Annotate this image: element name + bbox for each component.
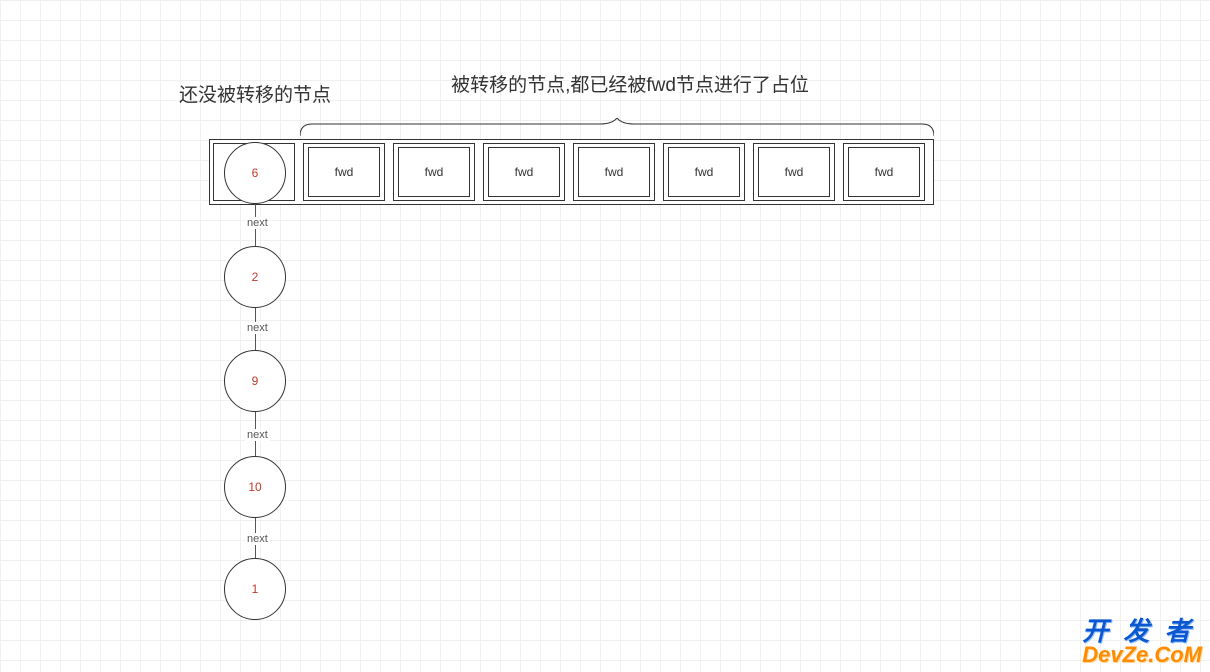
fwd-box-6: fwd — [758, 147, 830, 197]
fwd-box-4: fwd — [578, 147, 650, 197]
caption-right: 被转移的节点,都已经被fwd节点进行了占位 — [350, 70, 910, 97]
chain-node-0: 6 — [224, 142, 286, 204]
chain-node-2: 9 — [224, 350, 286, 412]
chain-node-4: 1 — [224, 558, 286, 620]
watermark-logo: 开 发 者 DevZe.CoM — [1082, 618, 1202, 666]
fwd-box-3: fwd — [488, 147, 560, 197]
fwd-box-7: fwd — [848, 147, 920, 197]
brace-icon — [300, 118, 934, 138]
edge-label-2-3: next — [245, 429, 270, 441]
edge-label-0-1: next — [245, 217, 270, 229]
chain-node-1: 2 — [224, 246, 286, 308]
edge-label-1-2: next — [245, 322, 270, 334]
chain-node-3: 10 — [224, 456, 286, 518]
fwd-box-2: fwd — [398, 147, 470, 197]
edge-label-3-4: next — [245, 533, 270, 545]
fwd-box-5: fwd — [668, 147, 740, 197]
fwd-box-1: fwd — [308, 147, 380, 197]
watermark-cn: 开 发 者 — [1082, 618, 1202, 644]
caption-left: 还没被转移的节点 — [175, 80, 335, 107]
watermark-en: DevZe.CoM — [1082, 644, 1202, 666]
